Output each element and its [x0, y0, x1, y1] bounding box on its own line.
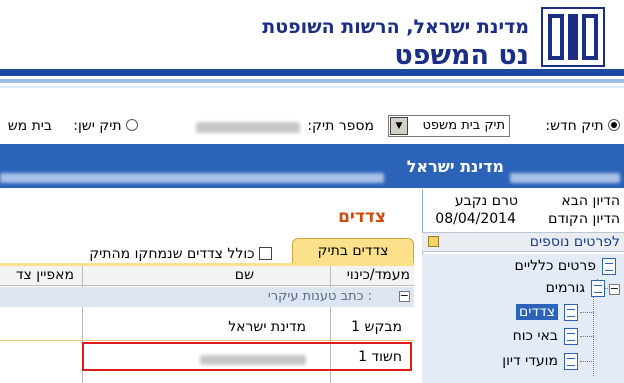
- include-deleted-option[interactable]: כולל צדדים שנמחקו מהתיק: [89, 246, 272, 262]
- tree-line: [580, 312, 594, 313]
- row-divider: [0, 340, 414, 341]
- old-file-radio[interactable]: [126, 119, 138, 131]
- section-title: צדדים: [338, 207, 386, 227]
- document-icon: [591, 280, 605, 297]
- header-band-faint: [0, 86, 624, 88]
- document-icon: [564, 353, 578, 370]
- file-number-label: מספר תיק:: [307, 118, 374, 134]
- old-file-label: תיק ישן:: [73, 118, 122, 134]
- prev-hearing-value: 08/04/2014: [435, 211, 516, 227]
- app-title: נט המשפט: [394, 40, 529, 71]
- tree-item-hearing-dates[interactable]: מועדי דיון: [502, 353, 558, 369]
- court-file-select-value: תיק בית משפט: [422, 118, 506, 133]
- prev-hearing-label: הדיון הקודם: [548, 211, 620, 227]
- document-icon: [564, 328, 578, 345]
- more-details-label: לפרטים נוספים: [529, 234, 620, 250]
- document-icon: [602, 258, 616, 275]
- old-file-option[interactable]: תיק ישן:: [73, 118, 138, 134]
- collapse-icon[interactable]: −: [609, 283, 620, 295]
- header-band: [0, 69, 624, 76]
- parties-table-header: מעמד/כינוי שם מאפיין צד: [0, 266, 414, 286]
- dropdown-arrow-icon[interactable]: ▼: [390, 117, 408, 135]
- collapse-group-icon[interactable]: −: [399, 290, 410, 302]
- case-sidebar: הדיון הבא טרם נקבע הדיון הקודם 08/04/201…: [422, 190, 624, 383]
- tree-item-parties[interactable]: צדדים: [515, 304, 558, 320]
- case-title-bar: מדינת ישראל: [0, 144, 624, 188]
- tree-item-general-details[interactable]: פרטים כלליים: [515, 258, 596, 274]
- column-status-alias[interactable]: מעמד/כינוי: [347, 267, 410, 283]
- tree-line: [580, 336, 594, 337]
- file-number-value[interactable]: [196, 121, 300, 137]
- net-hamishpat-logo: [541, 7, 605, 67]
- next-hearing-label: הדיון הבא: [561, 193, 620, 209]
- expand-details-icon[interactable]: [428, 236, 439, 247]
- highlighted-row-outline: [82, 342, 412, 371]
- party-name: מדינת ישראל: [228, 319, 306, 335]
- case-party-name: מדינת ישראל: [406, 157, 504, 176]
- tree-line: [593, 292, 594, 376]
- file-selection-bar: תיק חדש: תיק בית משפט ▼ מספר תיק: תיק יש…: [0, 112, 624, 142]
- include-deleted-checkbox[interactable]: [259, 247, 272, 260]
- case-tree: פרטים כלליים − גורמים צדדים באי כוח מועד…: [422, 254, 624, 383]
- include-deleted-label: כולל צדדים שנמחקו מהתיק: [89, 246, 255, 262]
- tree-item-attorneys[interactable]: באי כוח: [513, 328, 558, 344]
- organization-name: מדינת ישראל, הרשות השופטת: [262, 16, 529, 38]
- court-file-select[interactable]: תיק בית משפט ▼: [388, 115, 510, 137]
- tree-item-entities[interactable]: גורמים: [546, 280, 585, 296]
- group-row-main-pleading: − : כתב טענות עיקרי: [0, 287, 414, 307]
- new-file-label: תיק חדש:: [545, 118, 604, 134]
- next-hearing-value: טרם נקבע: [454, 193, 518, 209]
- party-status: מבקש 1: [351, 319, 402, 335]
- column-party-attribute[interactable]: מאפיין צד: [16, 267, 74, 283]
- new-file-option[interactable]: תיק חדש:: [545, 118, 620, 134]
- hearing-info: הדיון הבא טרם נקבע הדיון הקודם 08/04/201…: [422, 190, 624, 230]
- header-band-light: [0, 79, 624, 83]
- group-label: : כתב טענות עיקרי: [267, 289, 372, 304]
- column-name[interactable]: שם: [235, 267, 254, 283]
- table-row[interactable]: מבקש 1 מדינת ישראל: [0, 316, 414, 338]
- document-icon: [564, 304, 578, 321]
- court-label: בית מש: [7, 118, 52, 134]
- more-details-link[interactable]: לפרטים נוספים: [422, 232, 624, 252]
- tree-line: [580, 361, 594, 362]
- header: מדינת ישראל, הרשות השופטת נט המשפט: [0, 0, 624, 92]
- tab-parties-in-file[interactable]: צדדים בתיק: [292, 238, 414, 264]
- main-content: צדדים צדדים בתיק כולל צדדים שנמחקו מהתיק…: [0, 190, 420, 383]
- new-file-radio[interactable]: [608, 119, 620, 131]
